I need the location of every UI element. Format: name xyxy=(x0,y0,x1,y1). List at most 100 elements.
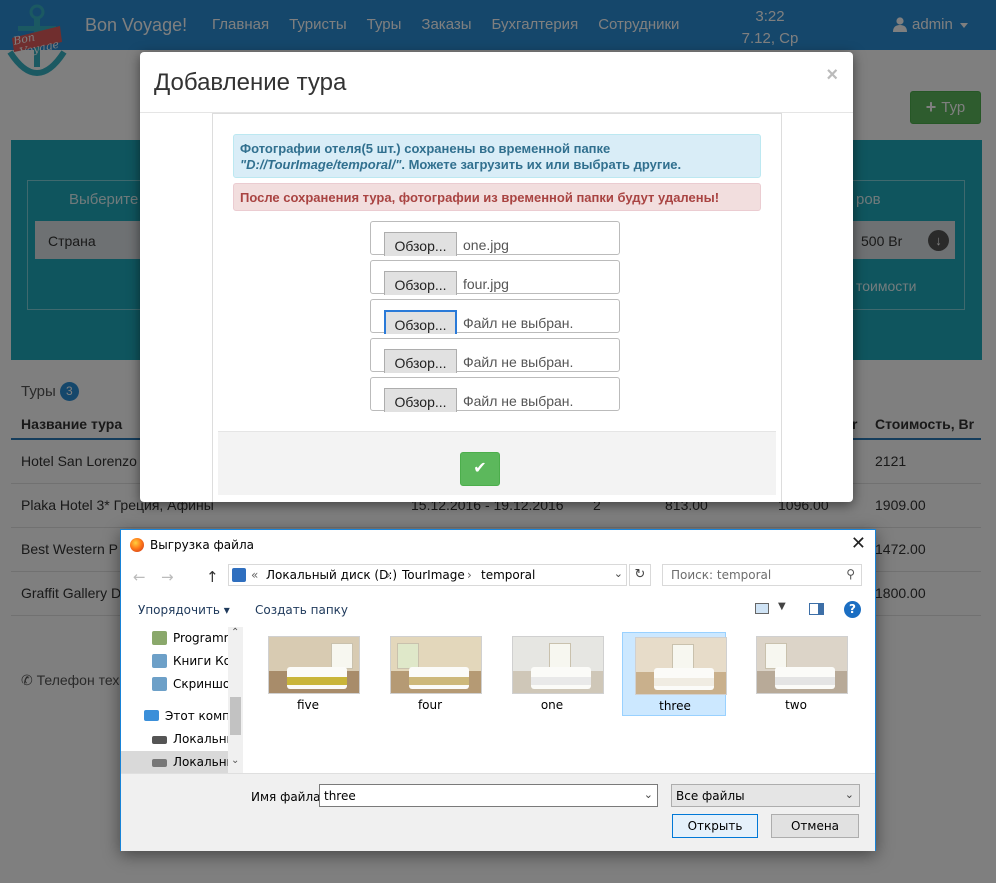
breadcrumb-separator-icon[interactable]: › xyxy=(386,568,391,582)
filetype-select[interactable]: Все файлы ⌄ xyxy=(671,784,860,807)
breadcrumb-separator-icon[interactable]: › xyxy=(467,568,472,582)
scrollbar-thumb[interactable] xyxy=(230,697,241,735)
file-name: Файл не выбран. xyxy=(463,315,574,331)
thumb-window xyxy=(397,643,419,669)
view-mode-icon[interactable] xyxy=(755,603,769,614)
info-suffix: . Можете загрузить их или выбрать другие… xyxy=(401,157,682,172)
info-path: "D://TourImage/temporal/" xyxy=(240,157,402,172)
thumb-window xyxy=(672,644,694,670)
nav-pane-scrollbar[interactable]: ⌃ ⌄ xyxy=(228,627,243,773)
modal-title: Добавление тура xyxy=(154,69,347,96)
disk-drive-icon xyxy=(152,736,167,744)
nav-pane-label: Локальны xyxy=(173,732,229,746)
this-pc-icon xyxy=(144,710,159,721)
file-label: four xyxy=(417,698,443,712)
chevron-down-icon: ⌄ xyxy=(844,788,854,801)
nav-pane-label: Книги Ком xyxy=(173,654,229,668)
file-tile[interactable]: one xyxy=(500,632,604,716)
save-button[interactable]: ✔ xyxy=(460,452,500,486)
file-label: one xyxy=(540,698,564,712)
dialog-title: Выгрузка файла xyxy=(150,538,254,552)
file-tile[interactable]: five xyxy=(256,632,360,716)
nav-pane-label: Programm xyxy=(173,631,229,645)
chevron-up-icon[interactable]: ⌃ xyxy=(231,627,239,638)
preview-pane-icon[interactable] xyxy=(809,603,824,615)
nav-pane-item[interactable]: Локальны xyxy=(121,728,229,750)
help-icon[interactable]: ? xyxy=(844,601,861,618)
close-icon[interactable]: × xyxy=(826,64,838,87)
thumb-cover xyxy=(409,677,469,685)
nav-pane-label: Скриншо xyxy=(173,677,229,691)
breadcrumb-item[interactable]: temporal xyxy=(481,568,535,582)
browse-button[interactable]: Обзор... xyxy=(384,271,457,295)
drive-icon xyxy=(232,568,246,582)
thumb-cover xyxy=(531,677,591,685)
browse-button[interactable]: Обзор... xyxy=(384,310,457,334)
browse-button[interactable]: Обзор... xyxy=(384,349,457,373)
breadcrumb-item[interactable]: TourImage xyxy=(402,568,465,582)
thumb-window xyxy=(549,643,571,669)
photo-file-input[interactable]: Обзор... Файл не выбран. xyxy=(370,377,620,412)
back-arrow-icon[interactable]: ← xyxy=(133,568,146,586)
close-icon[interactable]: ✕ xyxy=(851,533,866,554)
disk-drive-icon xyxy=(152,759,167,767)
file-tile-selected[interactable]: three xyxy=(622,632,727,716)
danger-alert: После сохранения тура, фотографии из вре… xyxy=(233,183,761,211)
check-icon: ✔ xyxy=(473,460,487,477)
photo-file-input[interactable]: Обзор... Файл не выбран. xyxy=(370,299,620,334)
photo-file-input[interactable]: Обзор... one.jpg xyxy=(370,221,620,256)
search-input[interactable]: Поиск: temporal ⚲ xyxy=(662,564,862,586)
forward-arrow-icon[interactable]: → xyxy=(161,568,174,586)
address-bar[interactable]: « Локальный диск (D:) › TourImage › temp… xyxy=(228,564,627,586)
nav-pane-item[interactable]: Programm xyxy=(121,627,229,649)
breadcrumb-item[interactable]: Локальный диск (D:) xyxy=(266,568,397,582)
photo-file-input[interactable]: Обзор... Файл не выбран. xyxy=(370,338,620,373)
chevron-down-icon[interactable]: ⌄ xyxy=(231,755,239,766)
file-label: three xyxy=(659,699,691,713)
nav-pane-item[interactable]: Скриншо xyxy=(121,673,229,695)
new-folder-button[interactable]: Создать папку xyxy=(255,603,348,617)
browse-button[interactable]: Обзор... xyxy=(384,388,457,412)
thumb-window xyxy=(765,643,787,669)
nav-pane-label: Этот компь xyxy=(165,709,229,723)
thumb-window xyxy=(331,643,353,669)
photo-file-input[interactable]: Обзор... four.jpg xyxy=(370,260,620,295)
info-alert: Фотографии отеля(5 шт.) сохранены во вре… xyxy=(233,134,761,178)
dialog-navbar: ← → ↑ « Локальный диск (D:) › TourImage … xyxy=(121,564,875,590)
file-name: Файл не выбран. xyxy=(463,354,574,370)
organize-menu[interactable]: Упорядочить ▾ xyxy=(138,603,230,617)
refresh-icon[interactable]: ↻ xyxy=(629,564,651,586)
browse-button[interactable]: Обзор... xyxy=(384,232,457,256)
navigation-pane: Programm Книги Ком Скриншо Этот компь Ло… xyxy=(121,627,243,773)
chevron-down-icon[interactable]: ⌄ xyxy=(644,788,653,801)
nav-pane-item[interactable]: Этот компь xyxy=(121,705,229,727)
image-thumbnail xyxy=(635,637,727,695)
cancel-button[interactable]: Отмена xyxy=(771,814,859,838)
breadcrumb-overflow[interactable]: « xyxy=(251,568,258,582)
file-tile[interactable]: two xyxy=(744,632,848,716)
search-icon: ⚲ xyxy=(846,567,855,581)
chevron-down-icon[interactable]: ▼ xyxy=(778,601,786,612)
image-thumbnail xyxy=(390,636,482,694)
filename-input[interactable]: three ⌄ xyxy=(319,784,658,807)
file-upload-dialog: Выгрузка файла ✕ ← → ↑ « Локальный диск … xyxy=(120,529,876,851)
image-thumbnail xyxy=(512,636,604,694)
file-tile[interactable]: four xyxy=(378,632,482,716)
file-list: five four one three two xyxy=(244,627,875,773)
modal-header: Добавление тура × xyxy=(140,52,853,113)
open-button[interactable]: Открыть xyxy=(672,814,758,838)
filename-label: Имя файла: xyxy=(251,790,325,804)
image-thumbnail xyxy=(756,636,848,694)
chevron-down-icon[interactable]: ⌄ xyxy=(614,567,623,580)
thumb-cover xyxy=(654,678,714,686)
info-text: Фотографии отеля(5 шт.) сохранены во вре… xyxy=(240,141,611,156)
dialog-titlebar[interactable]: Выгрузка файла ✕ xyxy=(121,530,875,560)
nav-pane-label: Локальны xyxy=(173,755,229,769)
nav-pane-item[interactable]: Локальны xyxy=(121,751,229,773)
filetype-value: Все файлы xyxy=(676,789,745,803)
firefox-icon xyxy=(130,538,144,552)
up-arrow-icon[interactable]: ↑ xyxy=(206,568,219,586)
nav-pane-item[interactable]: Книги Ком xyxy=(121,650,229,672)
filename-value: three xyxy=(324,789,356,803)
network-folder-icon xyxy=(152,654,167,668)
